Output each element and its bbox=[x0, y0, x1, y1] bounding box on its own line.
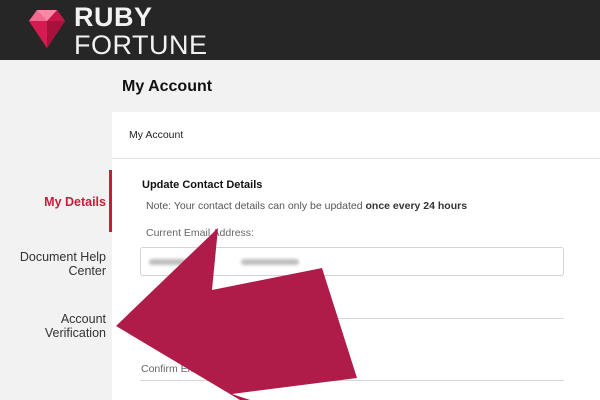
site-header: RUBY FORTUNE bbox=[0, 0, 600, 60]
obscured-email-part bbox=[149, 259, 197, 265]
note-text: Note: Your contact details can only be u… bbox=[146, 200, 366, 212]
note-emphasis: once every 24 hours bbox=[365, 200, 468, 212]
breadcrumb: My Account bbox=[112, 112, 600, 159]
sidebar-item-my-details[interactable]: My Details bbox=[44, 195, 106, 209]
brand-line-2: FORTUNE bbox=[74, 30, 208, 60]
brand-line-1: RUBY bbox=[74, 2, 153, 32]
confirm-email-field[interactable] bbox=[140, 380, 564, 381]
update-note: Note: Your contact details can only be u… bbox=[146, 200, 467, 212]
ruby-gem-icon bbox=[29, 10, 65, 48]
contact-details-panel: Update Contact Details Note: Your contac… bbox=[112, 159, 600, 400]
new-email-field[interactable] bbox=[140, 318, 564, 319]
sidebar-item-account-verification[interactable]: Account Verification bbox=[16, 312, 106, 340]
sidebar-item-document-help-center[interactable]: Document Help Center bbox=[6, 250, 106, 278]
section-title: Update Contact Details bbox=[142, 179, 263, 191]
account-sidebar: My Details Document Help Center Account … bbox=[0, 60, 112, 400]
confirm-email-label: Confirm Email Address bbox=[141, 363, 248, 375]
current-email-label: Current Email Address: bbox=[146, 227, 254, 239]
page-title: My Account bbox=[122, 78, 213, 95]
breadcrumb-item[interactable]: My Account bbox=[129, 129, 183, 141]
obscured-email-part bbox=[241, 259, 299, 265]
current-email-field[interactable] bbox=[140, 247, 564, 276]
brand-logo-text[interactable]: RUBY FORTUNE bbox=[74, 4, 208, 59]
